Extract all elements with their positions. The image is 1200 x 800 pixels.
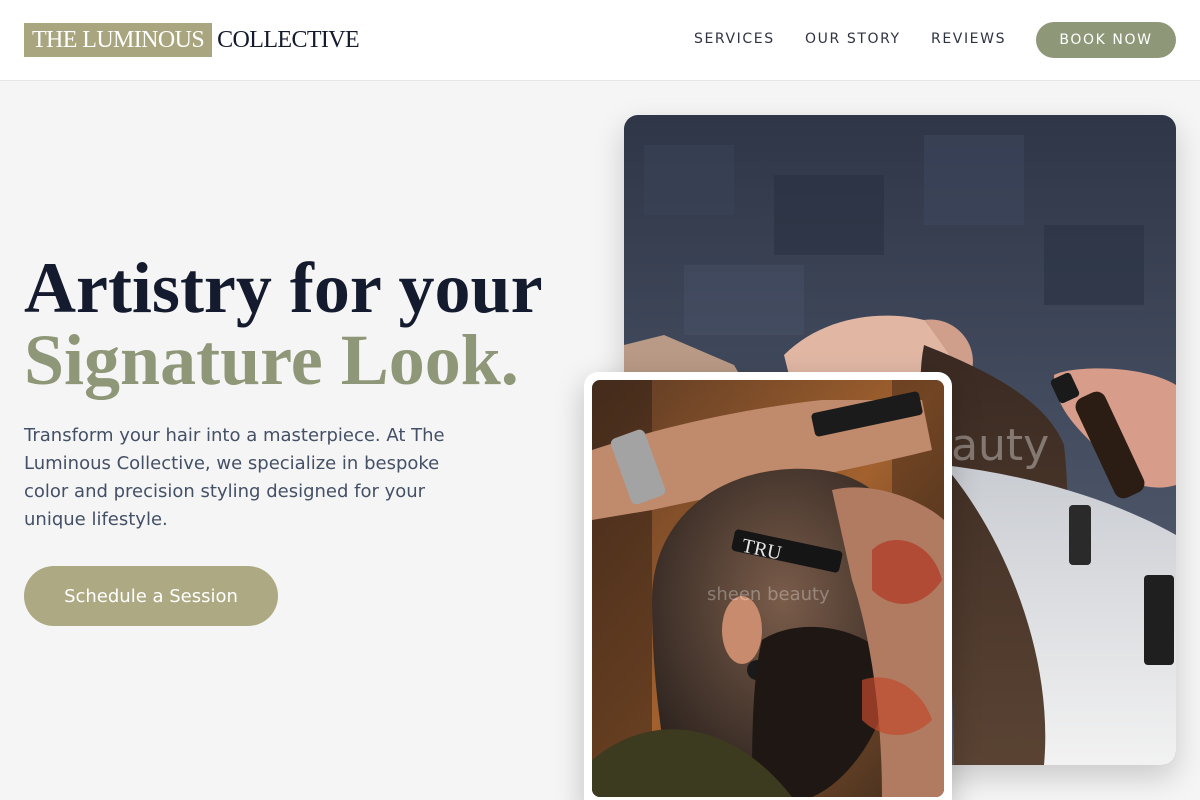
logo-highlight: THE LUMINOUS	[24, 23, 213, 57]
logo-wordmark: COLLECTIVE	[217, 26, 360, 53]
schedule-session-button[interactable]: Schedule a Session	[24, 566, 278, 626]
book-now-button[interactable]: BOOK NOW	[1036, 22, 1176, 58]
nav-reviews[interactable]: REVIEWS	[931, 31, 1006, 47]
small-photo-watermark: sheen beauty	[707, 584, 830, 605]
brand-logo[interactable]: THE LUMINOUS COLLECTIVE	[24, 23, 360, 57]
barber-shave-photo: TRU sheen beauty	[592, 380, 944, 797]
nav-our-story[interactable]: OUR STORY	[805, 31, 901, 47]
nav-services[interactable]: SERVICES	[694, 31, 775, 47]
headline-line-1: Artistry for your	[24, 248, 543, 328]
site-header: THE LUMINOUS COLLECTIVE SERVICES OUR STO…	[0, 0, 1200, 81]
hero-description: Transform your hair into a masterpiece. …	[24, 425, 445, 530]
headline-line-2: Signature Look.	[24, 320, 519, 400]
hero-headline: Artistry for your Signature Look.	[24, 252, 543, 396]
barber-photo-frame: TRU sheen beauty	[584, 372, 952, 800]
